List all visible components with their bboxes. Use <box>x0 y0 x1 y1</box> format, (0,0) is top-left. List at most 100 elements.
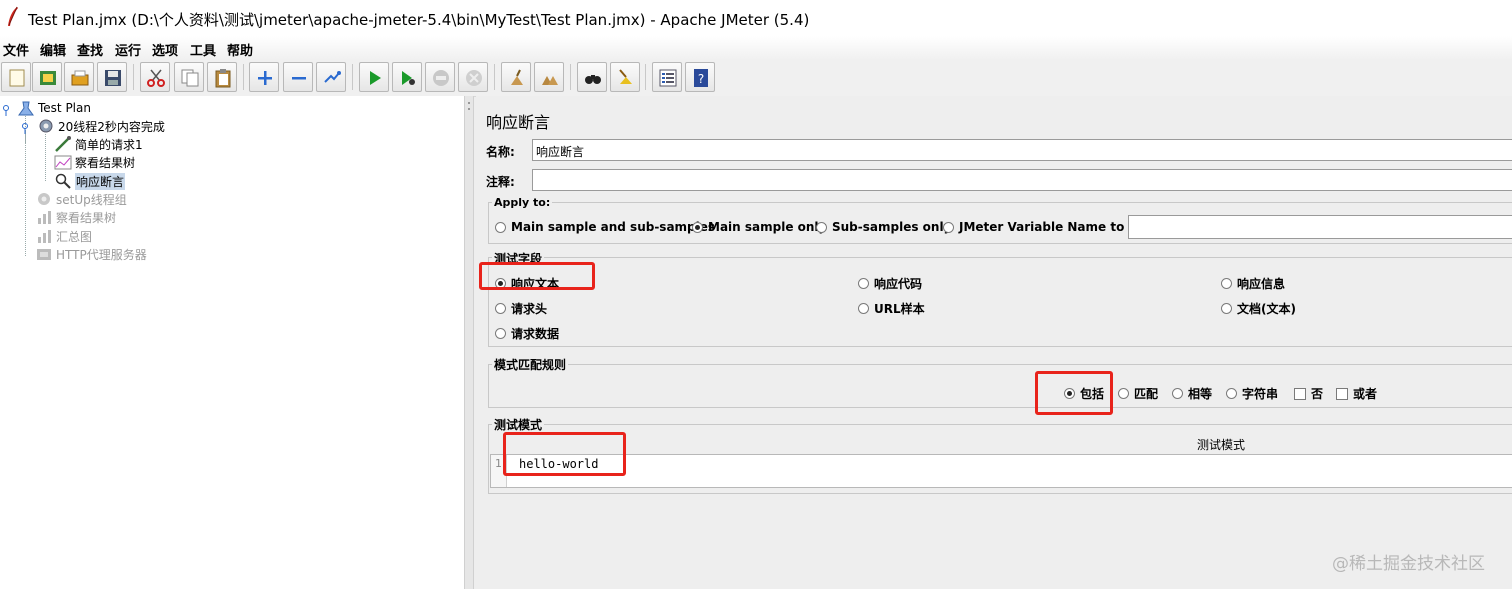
expand-handle-icon[interactable] <box>20 118 34 134</box>
rule-not-checkbox[interactable]: 否 <box>1294 385 1323 402</box>
name-input[interactable]: 响应断言 <box>532 139 1512 161</box>
clear-button[interactable] <box>501 62 531 92</box>
tree-label: 察看结果树 <box>56 210 117 225</box>
split-pane-divider[interactable] <box>464 96 474 589</box>
copy-button[interactable] <box>174 62 204 92</box>
rule-equals-radio[interactable]: 相等 <box>1172 385 1212 402</box>
menu-file[interactable]: 文件 <box>3 40 29 59</box>
tree-node-test-plan[interactable]: Test Plan <box>2 99 91 117</box>
rule-substring-radio[interactable]: 字符串 <box>1226 385 1278 402</box>
help-icon: ? <box>694 69 708 87</box>
help-button[interactable]: ? <box>685 62 715 92</box>
tree-line <box>45 134 46 181</box>
toolbar-separator <box>494 64 495 90</box>
tree-node-thread-group[interactable]: 20线程2秒内容完成 <box>20 117 165 135</box>
function-helper-button[interactable] <box>652 62 682 92</box>
gear-icon <box>35 191 53 207</box>
radio-label: 匹配 <box>1134 387 1159 401</box>
menu-run[interactable]: 运行 <box>115 40 141 59</box>
pattern-rule-legend: 模式匹配规则 <box>492 356 569 373</box>
radio-circle-icon <box>816 221 827 233</box>
field-response-code-radio[interactable]: 响应代码 <box>858 275 922 292</box>
expand-handle-icon[interactable] <box>2 100 14 116</box>
tree-node-view-results-tree[interactable]: 察看结果树 <box>54 153 135 171</box>
menu-search[interactable]: 查找 <box>77 40 103 59</box>
splitter-grip <box>468 102 470 104</box>
cut-icon <box>147 69 165 87</box>
paste-button[interactable] <box>207 62 237 92</box>
stop-button[interactable] <box>425 62 455 92</box>
column-header[interactable]: 测试模式 <box>1197 436 1245 453</box>
apply-jmeter-variable-radio[interactable]: JMeter Variable Name to use <box>943 220 1152 234</box>
patterns-legend: 测试模式 <box>492 416 545 433</box>
radio-circle-icon <box>1221 278 1232 289</box>
clear-all-button[interactable] <box>534 62 564 92</box>
field-request-headers-radio[interactable]: 请求头 <box>495 300 547 317</box>
svg-text:?: ? <box>698 72 704 86</box>
radio-label: 响应信息 <box>1237 277 1286 291</box>
tree-label: HTTP代理服务器 <box>56 247 147 262</box>
proxy-icon <box>35 246 53 262</box>
panel-title: 响应断言 <box>486 113 551 132</box>
tree-node-http-request[interactable]: 简单的请求1 <box>54 135 143 153</box>
start-button[interactable] <box>359 62 389 92</box>
search-button[interactable] <box>577 62 607 92</box>
radio-circle-icon <box>858 303 869 314</box>
toolbar-separator <box>243 64 244 90</box>
menu-tools[interactable]: 工具 <box>190 40 216 59</box>
field-document-text-radio[interactable]: 文档(文本) <box>1221 300 1296 317</box>
checkbox-icon <box>1336 387 1348 400</box>
collapse-all-button[interactable] <box>283 62 313 92</box>
tree-node-setup-thread-group[interactable]: setUp线程组 <box>35 190 127 208</box>
apply-sub-only-radio[interactable]: Sub-samples only <box>816 220 951 234</box>
radio-label: 相等 <box>1188 387 1213 401</box>
shutdown-button[interactable] <box>458 62 488 92</box>
patterns-table: 1 hello-world <box>490 454 1512 488</box>
field-response-message-radio[interactable]: 响应信息 <box>1221 275 1285 292</box>
radio-label: Sub-samples only <box>832 220 952 234</box>
tree-node-http-proxy[interactable]: HTTP代理服务器 <box>35 245 147 263</box>
radio-selected-icon <box>692 221 703 233</box>
tree-label: 20线程2秒内容完成 <box>58 119 165 134</box>
radio-label: JMeter Variable Name to use <box>959 220 1153 234</box>
highlight-box <box>1035 371 1113 415</box>
apply-main-and-sub-radio[interactable]: Main sample and sub-samples <box>495 220 715 234</box>
cut-button[interactable] <box>140 62 170 92</box>
list-icon <box>659 69 677 87</box>
start-no-pause-button[interactable] <box>392 62 422 92</box>
test-plan-icon <box>17 100 35 116</box>
toggle-button[interactable] <box>316 62 346 92</box>
templates-button[interactable] <box>32 62 62 92</box>
reset-search-button[interactable] <box>610 62 640 92</box>
expand-all-button[interactable] <box>249 62 279 92</box>
comment-input[interactable] <box>532 169 1512 191</box>
menu-help[interactable]: 帮助 <box>227 40 253 59</box>
toolbar: ? <box>0 60 1512 97</box>
new-icon <box>9 69 25 87</box>
open-button[interactable] <box>64 62 94 92</box>
field-url-sample-radio[interactable]: URL样本 <box>858 300 925 317</box>
toggle-icon <box>324 71 341 83</box>
rule-or-checkbox[interactable]: 或者 <box>1336 385 1377 402</box>
radio-circle-icon <box>1226 388 1237 399</box>
save-button[interactable] <box>97 62 127 92</box>
toolbar-separator <box>570 64 571 90</box>
checkbox-label: 否 <box>1311 387 1324 401</box>
radio-label: Main sample only <box>708 220 827 234</box>
tree-node-response-assertion[interactable]: 响应断言 <box>54 172 126 190</box>
new-button[interactable] <box>1 62 31 92</box>
field-request-data-radio[interactable]: 请求数据 <box>495 325 559 342</box>
bar-chart-icon <box>35 209 53 225</box>
menu-options[interactable]: 选项 <box>152 40 178 59</box>
menu-edit[interactable]: 编辑 <box>40 40 66 59</box>
checkbox-icon <box>1294 387 1306 400</box>
apply-main-only-radio[interactable]: Main sample only <box>692 220 826 234</box>
templates-icon <box>40 71 56 85</box>
tree-line <box>25 131 26 256</box>
tree-node-aggregate-graph[interactable]: 汇总图 <box>35 227 92 245</box>
minus-icon <box>292 77 306 80</box>
jmeter-variable-input[interactable] <box>1128 215 1512 239</box>
rule-matches-radio[interactable]: 匹配 <box>1118 385 1158 402</box>
plus-icon <box>258 71 272 85</box>
tree-node-view-results-tree-disabled[interactable]: 察看结果树 <box>35 208 116 226</box>
